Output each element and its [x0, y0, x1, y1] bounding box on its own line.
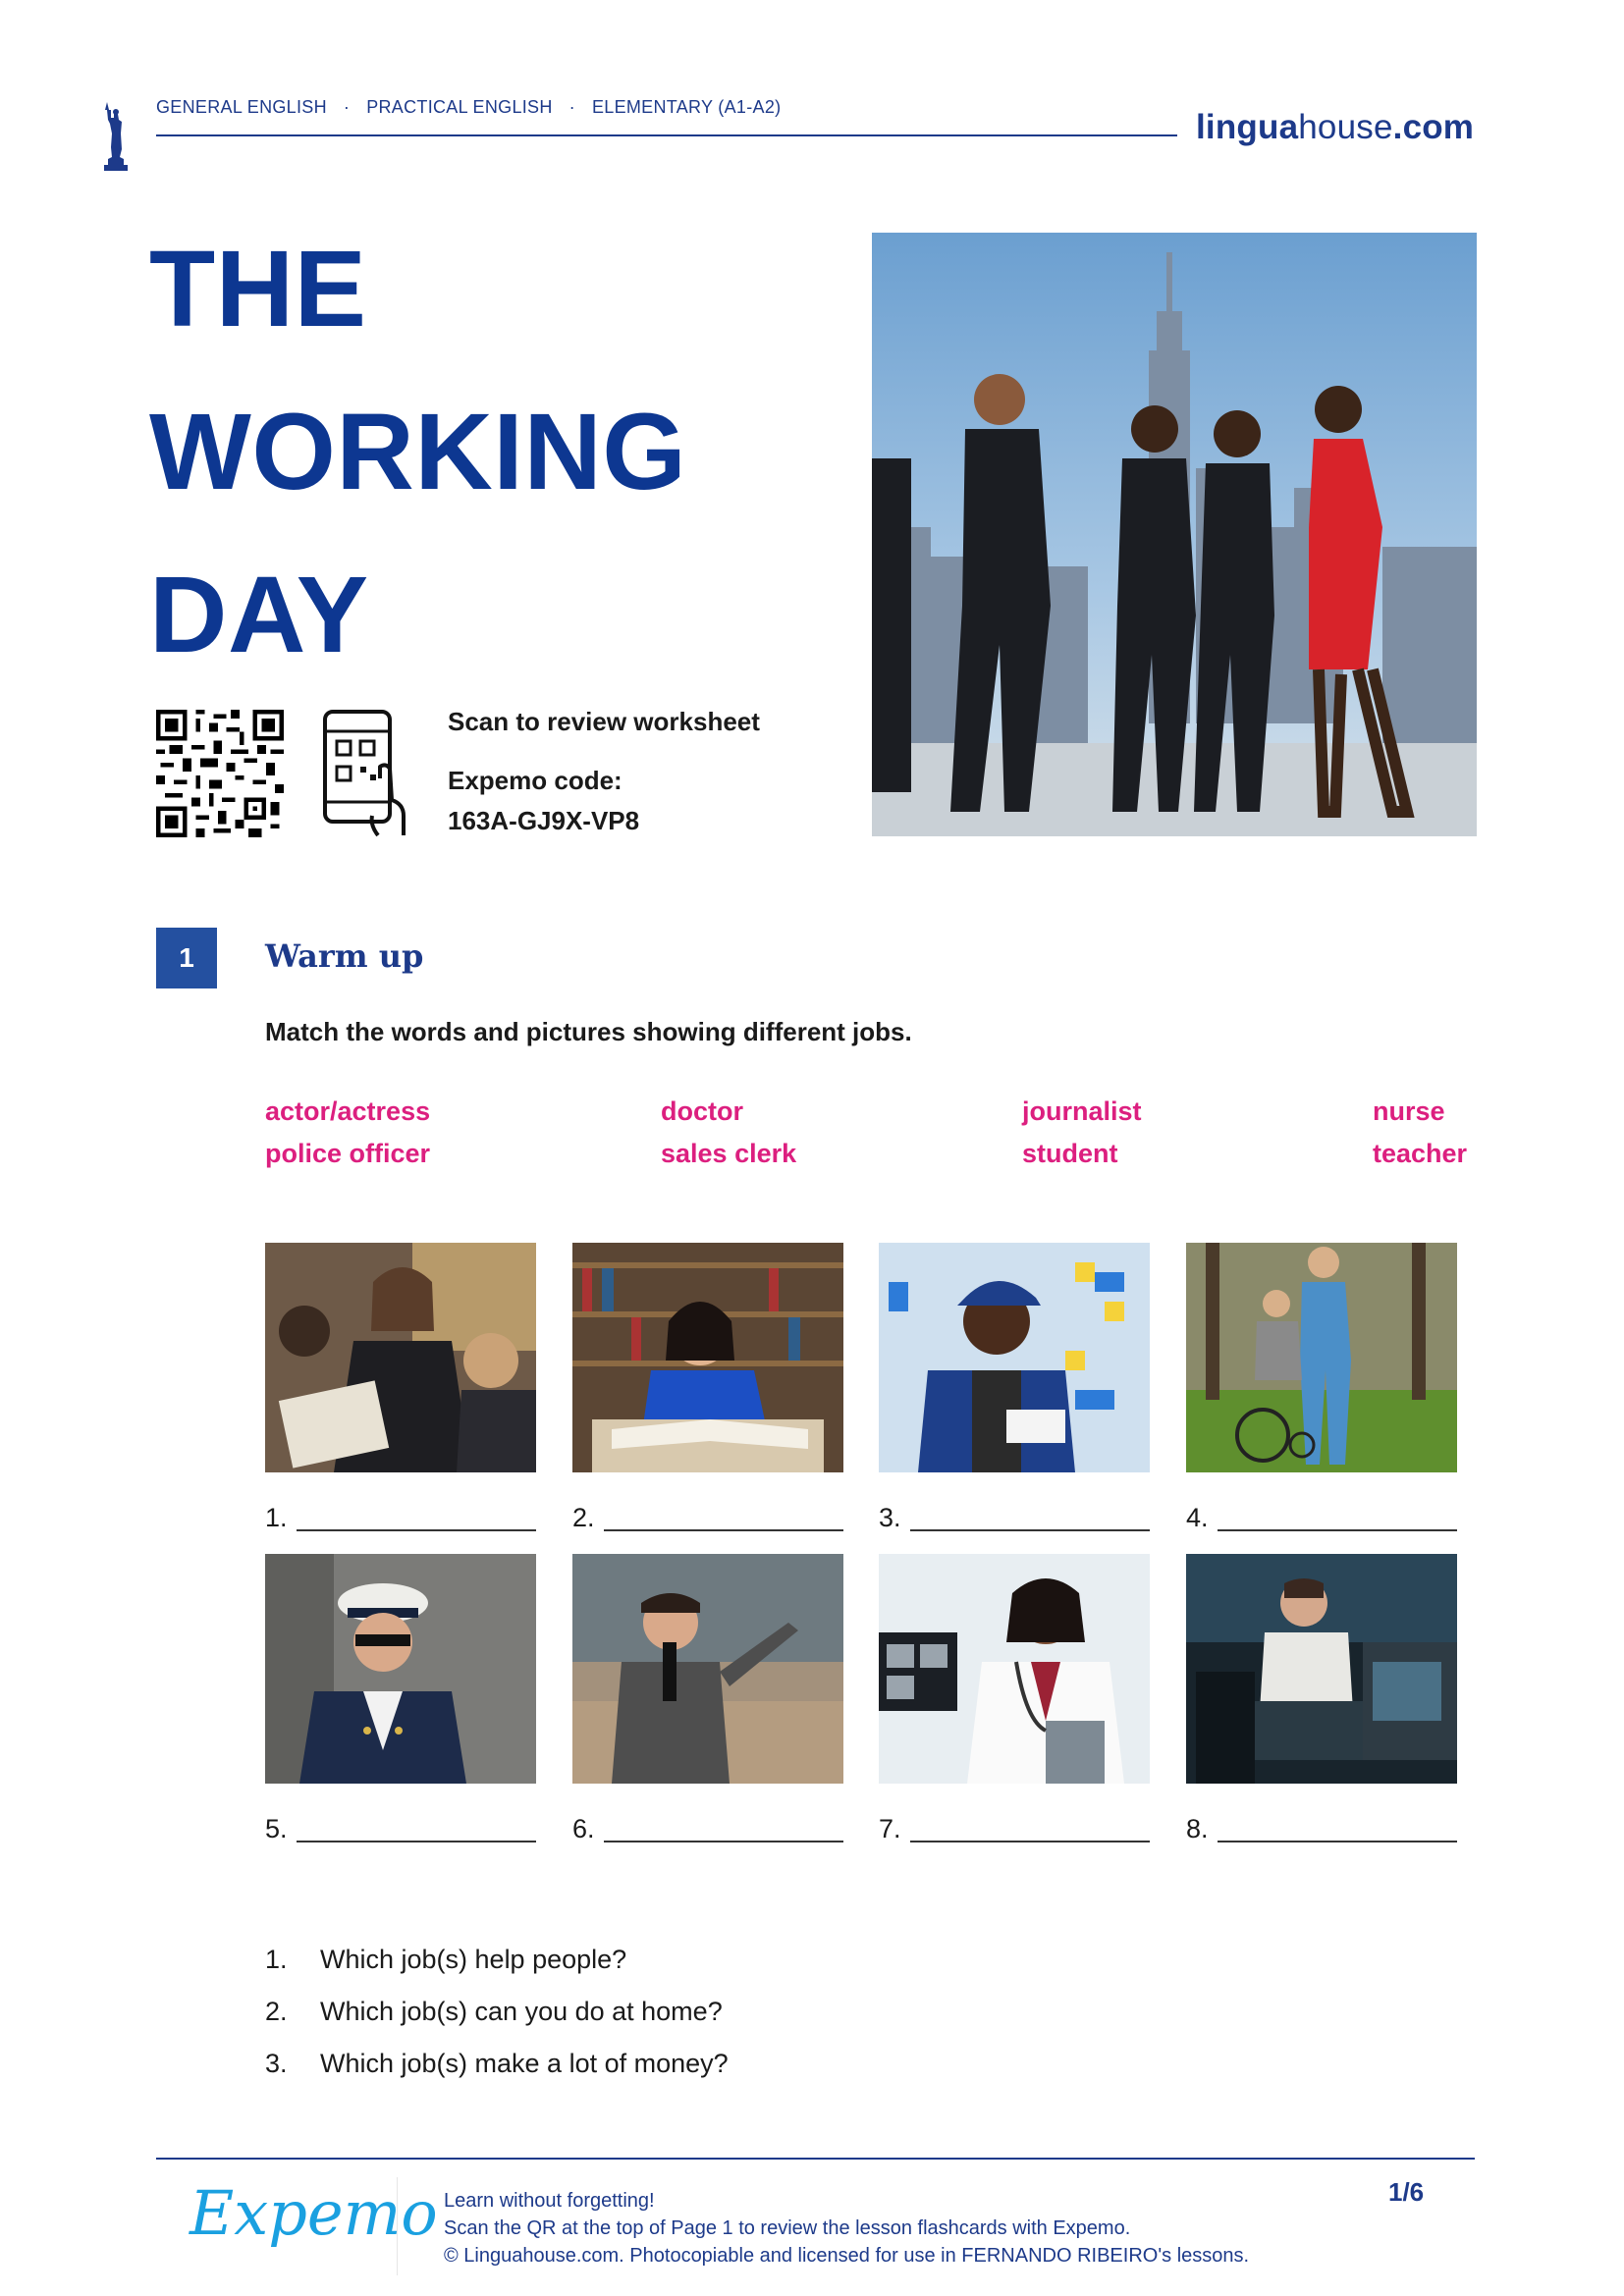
- word-bank-item: nurse: [1373, 1096, 1445, 1126]
- footer-text: Learn without forgetting! Scan the QR at…: [444, 2187, 1249, 2269]
- expemo-code-label: Expemo code:: [448, 766, 623, 795]
- phone-scan-icon: [323, 710, 406, 837]
- journalist-microphone-photo: [572, 1554, 843, 1784]
- word-bank-item: sales clerk: [661, 1139, 797, 1168]
- question-text: Which job(s) make a lot of money?: [320, 2049, 729, 2078]
- student-library-photo: [572, 1243, 843, 1472]
- question-text: Which job(s) help people?: [320, 1945, 627, 1974]
- breadcrumb: GENERAL ENGLISH · PRACTICAL ENGLISH · ELEMEN…: [156, 97, 781, 118]
- brand-logo[interactable]: linguahouse.com: [1196, 108, 1474, 147]
- crumb-practical-english[interactable]: PRACTICAL ENGLISH: [366, 97, 552, 117]
- word-bank-item: doctor: [661, 1096, 743, 1126]
- section-title: Warm up: [265, 937, 424, 975]
- photo-number: 1.: [265, 1503, 288, 1532]
- photo-number: 3.: [879, 1503, 901, 1532]
- crumb-separator: ·: [568, 97, 575, 117]
- photo-number: 4.: [1186, 1503, 1209, 1532]
- answer-blank-6[interactable]: [604, 1841, 843, 1842]
- section-number-badge: 1: [156, 928, 217, 988]
- photo-number: 7.: [879, 1814, 901, 1843]
- question-item: 1. Which job(s) help people?: [265, 1945, 626, 1975]
- footer-divider: [156, 2158, 1475, 2160]
- word-bank-item: student: [1022, 1139, 1118, 1168]
- answer-blank-3[interactable]: [910, 1529, 1150, 1531]
- brand-part: house: [1298, 108, 1393, 146]
- answer-blank-5[interactable]: [297, 1841, 536, 1842]
- header-divider: [156, 134, 1177, 136]
- title-line: DAY: [149, 555, 369, 675]
- footer-line: Scan the QR at the top of Page 1 to revi…: [444, 2217, 1131, 2239]
- footer-line: © Linguahouse.com. Photocopiable and lic…: [444, 2245, 1250, 2267]
- police-officer-photo: [265, 1554, 536, 1784]
- actress-stage-photo: [1186, 1554, 1457, 1784]
- brand-part: .com: [1392, 108, 1475, 146]
- page-title: THE WORKING DAY: [149, 208, 686, 697]
- teacher-reading-photo: [265, 1243, 536, 1472]
- crumb-general-english[interactable]: GENERAL ENGLISH: [156, 97, 327, 117]
- page-number: 1/6: [1388, 2177, 1425, 2207]
- answer-blank-7[interactable]: [910, 1841, 1150, 1842]
- question-number: 2.: [265, 1997, 288, 2026]
- answer-blank-4[interactable]: [1218, 1529, 1457, 1531]
- business-people-walking-photo: [872, 233, 1477, 836]
- title-line: THE: [149, 229, 367, 349]
- sales-clerk-photo: [879, 1243, 1150, 1472]
- question-item: 2. Which job(s) can you do at home?: [265, 1997, 723, 2027]
- nurse-wheelchair-photo: [1186, 1243, 1457, 1472]
- brand-part: lingua: [1196, 108, 1299, 146]
- scan-label: Scan to review worksheet: [448, 707, 760, 736]
- question-number: 3.: [265, 2049, 288, 2078]
- photo-number: 8.: [1186, 1814, 1209, 1843]
- word-bank-item: police officer: [265, 1139, 431, 1168]
- crumb-separator: ·: [343, 97, 351, 117]
- photo-number: 5.: [265, 1814, 288, 1843]
- answer-blank-2[interactable]: [604, 1529, 843, 1531]
- answer-blank-1[interactable]: [297, 1529, 536, 1531]
- word-bank-item: actor/actress: [265, 1096, 431, 1126]
- expemo-code: 163A-GJ9X-VP8: [448, 806, 640, 835]
- footer-line: Learn without forgetting!: [444, 2190, 655, 2212]
- crumb-level[interactable]: ELEMENTARY (A1-A2): [592, 97, 781, 117]
- title-line: WORKING: [149, 392, 687, 512]
- question-item: 3. Which job(s) make a lot of money?: [265, 2049, 729, 2079]
- question-text: Which job(s) can you do at home?: [320, 1997, 723, 2026]
- word-bank-item: teacher: [1373, 1139, 1468, 1168]
- photo-number: 6.: [572, 1814, 595, 1843]
- doctor-stethoscope-photo: [879, 1554, 1150, 1784]
- expemo-logo[interactable]: Expemo: [189, 2177, 438, 2249]
- instruction: Match the words and pictures showing dif…: [265, 1017, 912, 1046]
- qr-code[interactable]: [156, 710, 284, 837]
- answer-blank-8[interactable]: [1218, 1841, 1457, 1842]
- photo-number: 2.: [572, 1503, 595, 1532]
- question-number: 1.: [265, 1945, 288, 1974]
- word-bank-item: journalist: [1022, 1096, 1142, 1126]
- statue-of-liberty-icon: [104, 102, 128, 171]
